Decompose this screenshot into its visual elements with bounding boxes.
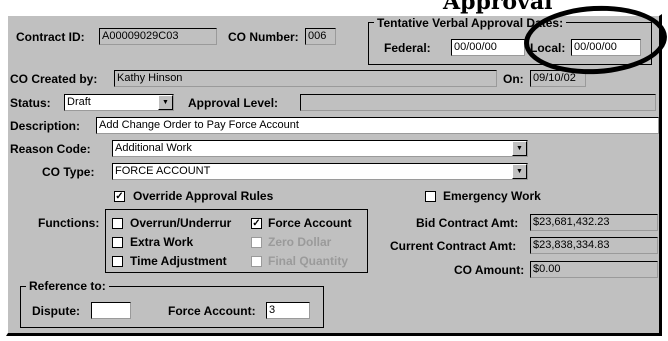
co-amount-label: CO Amount: xyxy=(454,263,525,277)
federal-label: Federal: xyxy=(384,41,431,55)
overrun-underrun-checkbox[interactable] xyxy=(112,218,123,229)
extra-work-label: Extra Work xyxy=(130,235,194,249)
status-label: Status: xyxy=(10,96,51,110)
contract-id-label: Contract ID: xyxy=(16,30,85,44)
final-quantity-label: Final Quantity xyxy=(268,254,349,268)
current-contract-amt-field[interactable]: $23,838,334.83 xyxy=(530,237,658,254)
bid-contract-amt-label: Bid Contract Amt: xyxy=(416,216,519,230)
co-number-label: CO Number: xyxy=(228,30,299,44)
bid-contract-amt-field[interactable]: $23,681,432.23 xyxy=(530,214,658,231)
reference-title: Reference to: xyxy=(26,279,109,293)
description-label: Description: xyxy=(10,119,81,133)
time-adjustment-checkbox[interactable] xyxy=(112,256,123,267)
co-type-select[interactable]: FORCE ACCOUNT ▼ xyxy=(112,163,528,180)
co-number-field[interactable]: 006 xyxy=(305,28,336,45)
co-type-label: CO Type: xyxy=(42,165,95,179)
emergency-work-label: Emergency Work xyxy=(443,189,541,203)
chevron-down-icon[interactable]: ▼ xyxy=(512,141,527,156)
federal-date-input[interactable]: 00/00/00 xyxy=(451,39,525,56)
time-adjustment-label: Time Adjustment xyxy=(130,254,227,268)
status-value: Draft xyxy=(67,96,91,108)
created-by-field[interactable]: Kathy Hinson xyxy=(114,70,497,87)
header-fragment: Approval xyxy=(443,0,553,15)
approval-level-field[interactable] xyxy=(300,94,656,111)
on-label: On: xyxy=(503,72,524,86)
force-account-checkbox[interactable]: ✓ xyxy=(251,218,262,229)
override-approval-label: Override Approval Rules xyxy=(133,189,274,203)
co-type-value: FORCE ACCOUNT xyxy=(115,165,211,177)
reason-code-label: Reason Code: xyxy=(10,142,91,156)
extra-work-checkbox[interactable] xyxy=(112,237,123,248)
final-quantity-checkbox xyxy=(251,256,262,267)
co-amount-field[interactable]: $0.00 xyxy=(530,261,658,278)
reason-code-value: Additional Work xyxy=(115,142,192,154)
zero-dollar-label: Zero Dollar xyxy=(268,235,332,249)
stage: Approval Contract ID: A00009029C03 CO Nu… xyxy=(0,0,668,341)
approval-level-label: Approval Level: xyxy=(188,96,279,110)
functions-label: Functions: xyxy=(38,216,100,230)
contract-id-field[interactable]: A00009029C03 xyxy=(99,28,217,45)
chevron-down-icon[interactable]: ▼ xyxy=(512,164,527,179)
created-by-label: CO Created by: xyxy=(10,72,98,86)
force-account-ref-input[interactable]: 3 xyxy=(266,302,310,319)
zero-dollar-checkbox xyxy=(251,237,262,248)
dispute-label: Dispute: xyxy=(32,304,80,318)
reason-code-select[interactable]: Additional Work ▼ xyxy=(112,140,528,157)
current-contract-amt-label: Current Contract Amt: xyxy=(390,239,517,253)
overrun-underrun-label: Overrun/Underrur xyxy=(130,216,232,230)
chevron-down-icon[interactable]: ▼ xyxy=(158,95,173,110)
status-select[interactable]: Draft ▼ xyxy=(64,94,174,111)
override-approval-checkbox[interactable]: ✓ xyxy=(114,191,125,202)
force-account-label: Force Account xyxy=(268,216,352,230)
emergency-work-checkbox[interactable] xyxy=(425,191,436,202)
description-input[interactable]: Add Change Order to Pay Force Account xyxy=(96,117,659,134)
dispute-input[interactable] xyxy=(91,302,131,319)
force-account-ref-label: Force Account: xyxy=(168,304,256,318)
